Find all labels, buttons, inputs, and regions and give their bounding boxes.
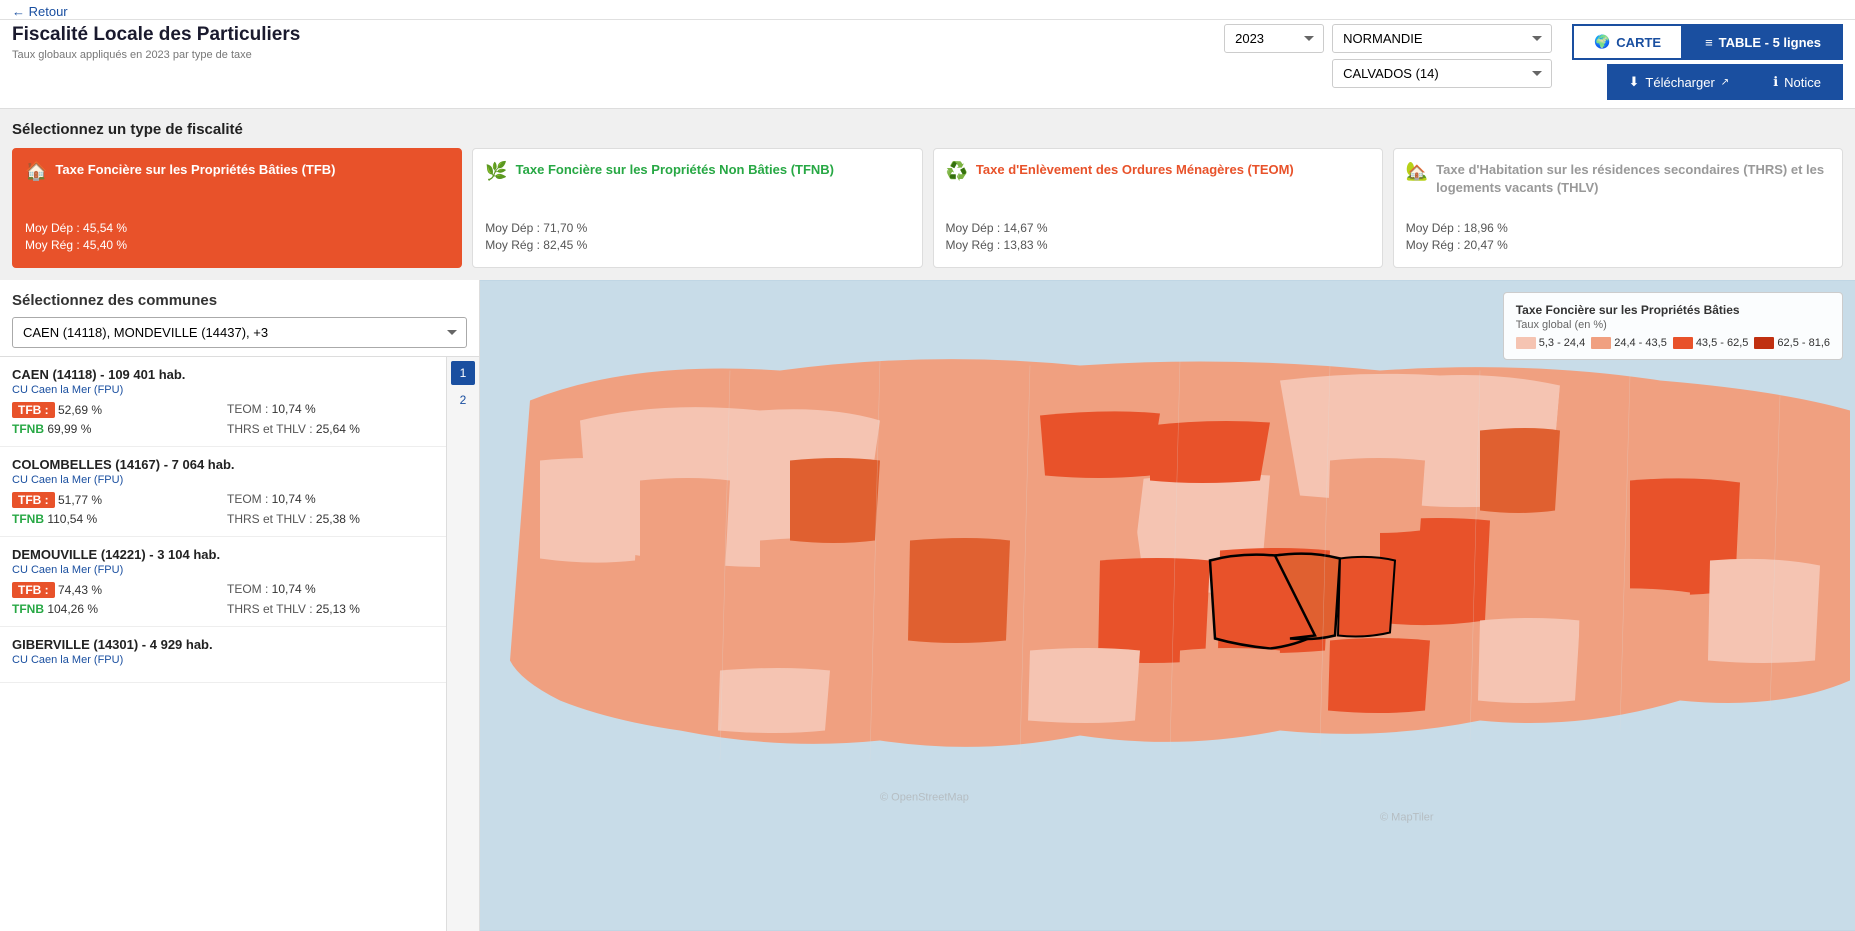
colombelles-thrs-stat: THRS et THLV : 25,38 %: [227, 512, 434, 526]
caen-tfb-stat: TFB : 52,69 %: [12, 402, 219, 418]
colombelles-tfnb-stat: TFNB 110,54 %: [12, 512, 219, 526]
legend-subtitle: Taux global (en %): [1516, 319, 1830, 331]
commune-group-giberville: CU Caen la Mer (FPU): [12, 654, 434, 666]
download-button[interactable]: ⬇ Télécharger ↗: [1607, 64, 1752, 100]
commune-item-demouville[interactable]: DEMOUVILLE (14221) - 3 104 hab. CU Caen …: [0, 537, 446, 627]
communes-title: Sélectionnez des communes: [12, 292, 467, 309]
info-icon: ℹ: [1773, 74, 1778, 90]
page-title: Fiscalité Locale des Particuliers: [12, 24, 300, 46]
fiscalite-title: Sélectionnez un type de fiscalité: [12, 121, 1843, 138]
tfnb-label: Taxe Foncière sur les Propriétés Non Bât…: [516, 161, 834, 179]
commune-item-colombelles[interactable]: COLOMBELLES (14167) - 7 064 hab. CU Caen…: [0, 447, 446, 537]
thrs-moy-reg: Moy Rég : 20,47 %: [1406, 238, 1830, 252]
main-content: Sélectionnez des communes CAEN (14118), …: [0, 280, 1855, 931]
carte-button[interactable]: 🌍 CARTE: [1572, 24, 1683, 60]
colombelles-teom-stat: TEOM : 10,74 %: [227, 492, 434, 508]
commune-name-demouville: DEMOUVILLE (14221) - 3 104 hab.: [12, 547, 434, 562]
communes-select[interactable]: CAEN (14118), MONDEVILLE (14437), +3: [12, 317, 467, 348]
svg-text:© MapTiler: © MapTiler: [1380, 812, 1434, 824]
page-subtitle: Taux globaux appliqués en 2023 par type …: [12, 49, 300, 61]
caen-thrs-stat: THRS et THLV : 25,64 %: [227, 422, 434, 436]
external-link-icon: ↗: [1721, 77, 1729, 88]
commune-group-colombelles: CU Caen la Mer (FPU): [12, 474, 434, 486]
legend-item-4: 62,5 - 81,6: [1754, 337, 1830, 349]
tfnb-icon: 🌿: [485, 161, 507, 182]
thrs-label: Taxe d'Habitation sur les résidences sec…: [1436, 161, 1830, 197]
commune-name-caen: CAEN (14118) - 109 401 hab.: [12, 367, 434, 382]
fiscalite-section: Sélectionnez un type de fiscalité 🏠 Taxe…: [0, 109, 1855, 280]
caen-teom-stat: TEOM : 10,74 %: [227, 402, 434, 418]
left-panel: Sélectionnez des communes CAEN (14118), …: [0, 280, 480, 931]
region-select[interactable]: NORMANDIE: [1332, 24, 1552, 53]
tfb-label: Taxe Foncière sur les Propriétés Bâties …: [55, 161, 335, 179]
colombelles-tfb-stat: TFB : 51,77 %: [12, 492, 219, 508]
commune-name-giberville: GIBERVILLE (14301) - 4 929 hab.: [12, 637, 434, 652]
tax-cards: 🏠 Taxe Foncière sur les Propriétés Bâtie…: [12, 148, 1843, 268]
dept-select[interactable]: CALVADOS (14): [1332, 59, 1552, 88]
thrs-icon: 🏡: [1406, 161, 1428, 182]
pagination: 1 2: [446, 357, 479, 931]
page-1[interactable]: 1: [451, 361, 475, 385]
commune-group-caen: CU Caen la Mer (FPU): [12, 384, 434, 396]
tfb-moy-dep: Moy Dép : 45,54 %: [25, 221, 449, 235]
map-area[interactable]: Taxe Foncière sur les Propriétés Bâties …: [480, 280, 1855, 931]
tfnb-moy-dep: Moy Dép : 71,70 %: [485, 221, 909, 235]
commune-item-giberville[interactable]: GIBERVILLE (14301) - 4 929 hab. CU Caen …: [0, 627, 446, 683]
page-2[interactable]: 2: [451, 388, 475, 412]
notice-button[interactable]: ℹ Notice: [1751, 64, 1843, 100]
thrs-moy-dep: Moy Dép : 18,96 %: [1406, 221, 1830, 235]
demouville-teom-stat: TEOM : 10,74 %: [227, 582, 434, 598]
year-select[interactable]: 2023: [1224, 24, 1324, 53]
caen-tfnb-stat: TFNB 69,99 %: [12, 422, 219, 436]
legend-items: 5,3 - 24,4 24,4 - 43,5 43,5 - 62,5 62,5 …: [1516, 337, 1830, 349]
legend-title: Taxe Foncière sur les Propriétés Bâties: [1516, 303, 1830, 317]
table-button[interactable]: ≡ TABLE - 5 lignes: [1683, 24, 1843, 60]
commune-name-colombelles: COLOMBELLES (14167) - 7 064 hab.: [12, 457, 434, 472]
commune-group-demouville: CU Caen la Mer (FPU): [12, 564, 434, 576]
teom-moy-dep: Moy Dép : 14,67 %: [946, 221, 1370, 235]
teom-label: Taxe d'Enlèvement des Ordures Ménagères …: [976, 161, 1294, 179]
tax-card-teom[interactable]: ♻️ Taxe d'Enlèvement des Ordures Ménagèr…: [933, 148, 1383, 268]
back-link[interactable]: ← Retour: [12, 4, 68, 19]
map-svg[interactable]: © OpenStreetMap © MapTiler: [480, 280, 1855, 931]
legend-item-2: 24,4 - 43,5: [1591, 337, 1667, 349]
communes-list-container: CAEN (14118) - 109 401 hab. CU Caen la M…: [0, 357, 479, 931]
tfb-icon: 🏠: [25, 161, 47, 182]
map-icon: 🌍: [1594, 34, 1610, 50]
teom-icon: ♻️: [946, 161, 968, 182]
map-legend: Taxe Foncière sur les Propriétés Bâties …: [1503, 292, 1843, 360]
demouville-tfnb-stat: TFNB 104,26 %: [12, 602, 219, 616]
download-icon: ⬇: [1629, 74, 1640, 90]
communes-header: Sélectionnez des communes CAEN (14118), …: [0, 280, 479, 357]
commune-list-scroll[interactable]: CAEN (14118) - 109 401 hab. CU Caen la M…: [0, 357, 446, 931]
tax-card-tfb[interactable]: 🏠 Taxe Foncière sur les Propriétés Bâtie…: [12, 148, 462, 268]
tax-card-thrs[interactable]: 🏡 Taxe d'Habitation sur les résidences s…: [1393, 148, 1843, 268]
demouville-tfb-stat: TFB : 74,43 %: [12, 582, 219, 598]
tfb-moy-reg: Moy Rég : 45,40 %: [25, 238, 449, 252]
legend-item-3: 43,5 - 62,5: [1673, 337, 1749, 349]
tax-card-tfnb[interactable]: 🌿 Taxe Foncière sur les Propriétés Non B…: [472, 148, 922, 268]
demouville-thrs-stat: THRS et THLV : 25,13 %: [227, 602, 434, 616]
commune-item-caen[interactable]: CAEN (14118) - 109 401 hab. CU Caen la M…: [0, 357, 446, 447]
legend-item-1: 5,3 - 24,4: [1516, 337, 1585, 349]
svg-text:© OpenStreetMap: © OpenStreetMap: [880, 792, 969, 804]
tfnb-moy-reg: Moy Rég : 82,45 %: [485, 238, 909, 252]
teom-moy-reg: Moy Rég : 13,83 %: [946, 238, 1370, 252]
table-icon: ≡: [1705, 35, 1713, 50]
